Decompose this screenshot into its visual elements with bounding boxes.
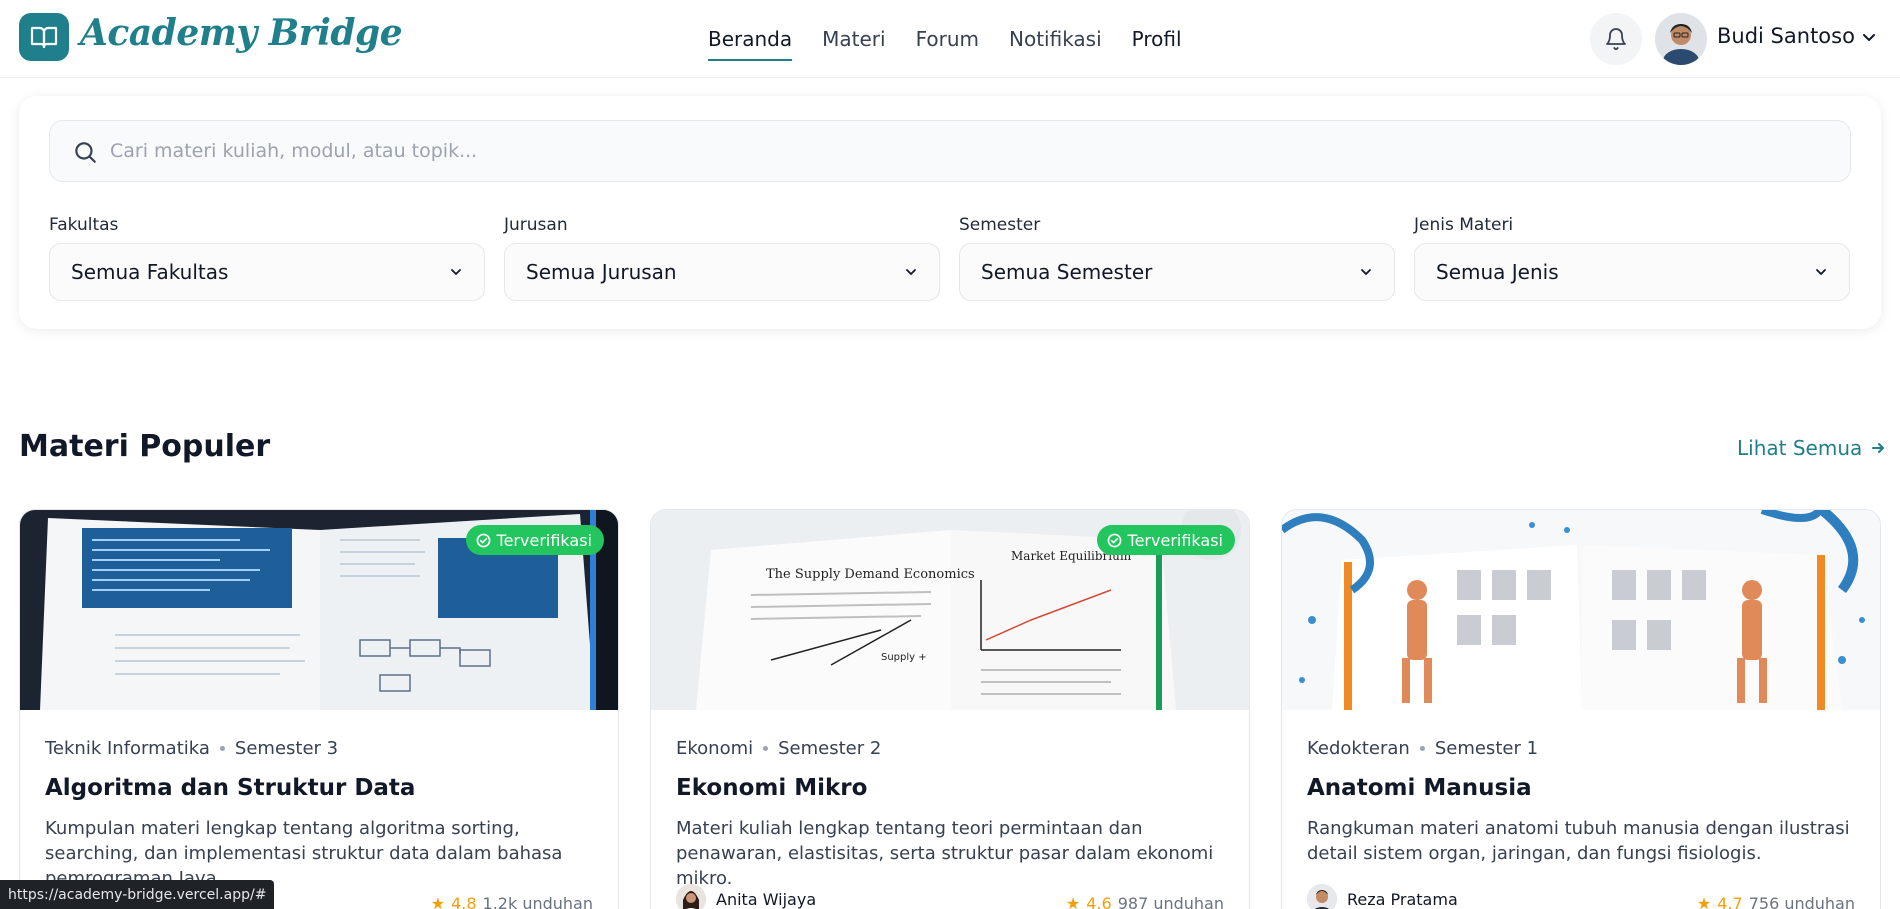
select-value: Semua Jenis	[1436, 260, 1559, 284]
card-semester: Semester 2	[778, 738, 882, 759]
select-value: Semua Jurusan	[526, 260, 677, 284]
star-icon: ★	[430, 894, 446, 909]
card-faculty: Ekonomi	[676, 738, 754, 759]
card-downloads: 1.2k unduhan	[482, 894, 593, 909]
brand-name[interactable]: Academy Bridge	[80, 12, 403, 54]
card-cover-image: Terverifikasi	[20, 510, 618, 710]
status-bar-url: https://academy-bridge.vercel.app/#	[0, 880, 275, 909]
verified-badge: Terverifikasi	[1096, 525, 1235, 555]
svg-text:The Supply Demand Economics: The Supply Demand Economics	[766, 567, 975, 582]
filter-label: Jenis Materi	[1414, 215, 1514, 235]
bell-icon	[1606, 28, 1626, 50]
card-author: Anita Wijaya	[676, 884, 816, 909]
search-filter-panel: Fakultas Semua Fakultas Jurusan Semua Ju…	[19, 96, 1881, 329]
card-rating: 4.7	[1717, 894, 1743, 909]
nav-item-beranda[interactable]: Beranda	[708, 21, 793, 61]
card-semester: Semester 1	[1434, 738, 1539, 759]
search-box	[49, 120, 1851, 182]
semester-select[interactable]: Semua Semester	[959, 243, 1395, 301]
filter-semester: Semester Semua Semester	[959, 215, 1395, 301]
card-title[interactable]: Anatomi Manusia	[1307, 775, 1532, 801]
main-nav: Beranda Materi Forum Notifikasi Profil	[708, 0, 1182, 78]
section-title: Materi Populer	[19, 429, 271, 464]
star-icon: ★	[1696, 894, 1712, 909]
card-downloads: 756 unduhan	[1748, 894, 1855, 909]
material-card[interactable]: Kedokteran Semester 1 Anatomi Manusia Ra…	[1281, 509, 1881, 909]
card-cover-image: The Supply Demand Economics Market Equil…	[651, 510, 1249, 710]
nav-item-forum[interactable]: Forum	[916, 21, 979, 57]
search-icon	[72, 139, 98, 169]
card-downloads: 987 unduhan	[1117, 894, 1224, 909]
search-input[interactable]	[110, 121, 1830, 181]
user-avatar[interactable]	[1655, 13, 1707, 65]
arrow-right-icon	[1872, 443, 1885, 453]
author-name[interactable]: Reza Pratama	[1347, 890, 1458, 909]
card-meta: Ekonomi Semester 2	[676, 738, 881, 759]
card-description: Rangkuman materi anatomi tubuh manusia d…	[1307, 818, 1850, 864]
separator-dot	[219, 746, 225, 751]
card-description: Materi kuliah lengkap tentang teori perm…	[676, 818, 1214, 889]
select-value: Semua Fakultas	[71, 260, 229, 284]
verified-label: Terverifikasi	[496, 530, 592, 550]
card-faculty: Teknik Informatika	[45, 738, 210, 759]
select-value: Semua Semester	[981, 260, 1153, 284]
star-icon: ★	[1065, 894, 1081, 909]
nav-item-notifikasi[interactable]: Notifikasi	[1009, 21, 1102, 57]
card-rating: 4.6	[1086, 894, 1112, 909]
filter-jenis-materi: Jenis Materi Semua Jenis	[1414, 215, 1850, 301]
chevron-down-icon	[906, 269, 916, 276]
card-meta: Teknik Informatika Semester 3	[45, 738, 338, 759]
chevron-down-icon	[451, 269, 461, 276]
filter-jurusan: Jurusan Semua Jurusan	[504, 215, 940, 301]
chevron-down-icon	[1361, 269, 1371, 276]
author-name[interactable]: Anita Wijaya	[716, 890, 816, 909]
check-circle-icon	[1107, 533, 1121, 547]
card-cover-image	[1282, 510, 1880, 710]
see-all-link[interactable]: Lihat Semua	[1737, 436, 1886, 460]
author-avatar	[676, 884, 706, 909]
see-all-label: Lihat Semua	[1737, 436, 1863, 460]
jenis-materi-select[interactable]: Semua Jenis	[1414, 243, 1850, 301]
user-name[interactable]: Budi Santoso	[1717, 24, 1855, 48]
chevron-down-icon	[1816, 269, 1826, 276]
material-card[interactable]: The Supply Demand Economics Market Equil…	[650, 509, 1250, 909]
filter-label: Jurusan	[504, 215, 568, 235]
card-title[interactable]: Algoritma dan Struktur Data	[45, 775, 415, 801]
check-circle-icon	[476, 533, 490, 547]
separator-dot	[763, 746, 769, 751]
verified-badge: Terverifikasi	[465, 525, 604, 555]
author-avatar	[1307, 884, 1337, 909]
chevron-down-icon[interactable]	[1860, 28, 1878, 50]
card-title[interactable]: Ekonomi Mikro	[676, 775, 867, 801]
card-semester: Semester 3	[234, 738, 339, 759]
filter-fakultas: Fakultas Semua Fakultas	[49, 215, 485, 301]
card-stats: ★ 4.6 987 unduhan	[1066, 894, 1224, 909]
card-stats: ★ 4.7 756 unduhan	[1697, 894, 1855, 909]
separator-dot	[1419, 746, 1425, 751]
logo-book-icon[interactable]	[19, 13, 69, 61]
jurusan-select[interactable]: Semua Jurusan	[504, 243, 940, 301]
verified-label: Terverifikasi	[1127, 530, 1223, 550]
svg-text:Supply +: Supply +	[881, 652, 927, 663]
nav-item-materi[interactable]: Materi	[822, 21, 885, 57]
card-rating: 4.8	[451, 894, 477, 909]
fakultas-select[interactable]: Semua Fakultas	[49, 243, 485, 301]
card-faculty: Kedokteran	[1307, 738, 1410, 759]
top-header: Academy Bridge Beranda Materi Forum Noti…	[0, 0, 1900, 78]
card-meta: Kedokteran Semester 1	[1307, 738, 1538, 759]
filter-label: Semester	[959, 215, 1041, 235]
nav-item-profil[interactable]: Profil	[1132, 21, 1182, 57]
card-stats: ★ 4.8 1.2k unduhan	[431, 894, 593, 909]
notification-button[interactable]	[1590, 13, 1642, 65]
card-author: Reza Pratama	[1307, 884, 1458, 909]
material-card[interactable]: Terverifikasi Teknik Informatika Semeste…	[19, 509, 619, 909]
filter-label: Fakultas	[49, 215, 119, 235]
